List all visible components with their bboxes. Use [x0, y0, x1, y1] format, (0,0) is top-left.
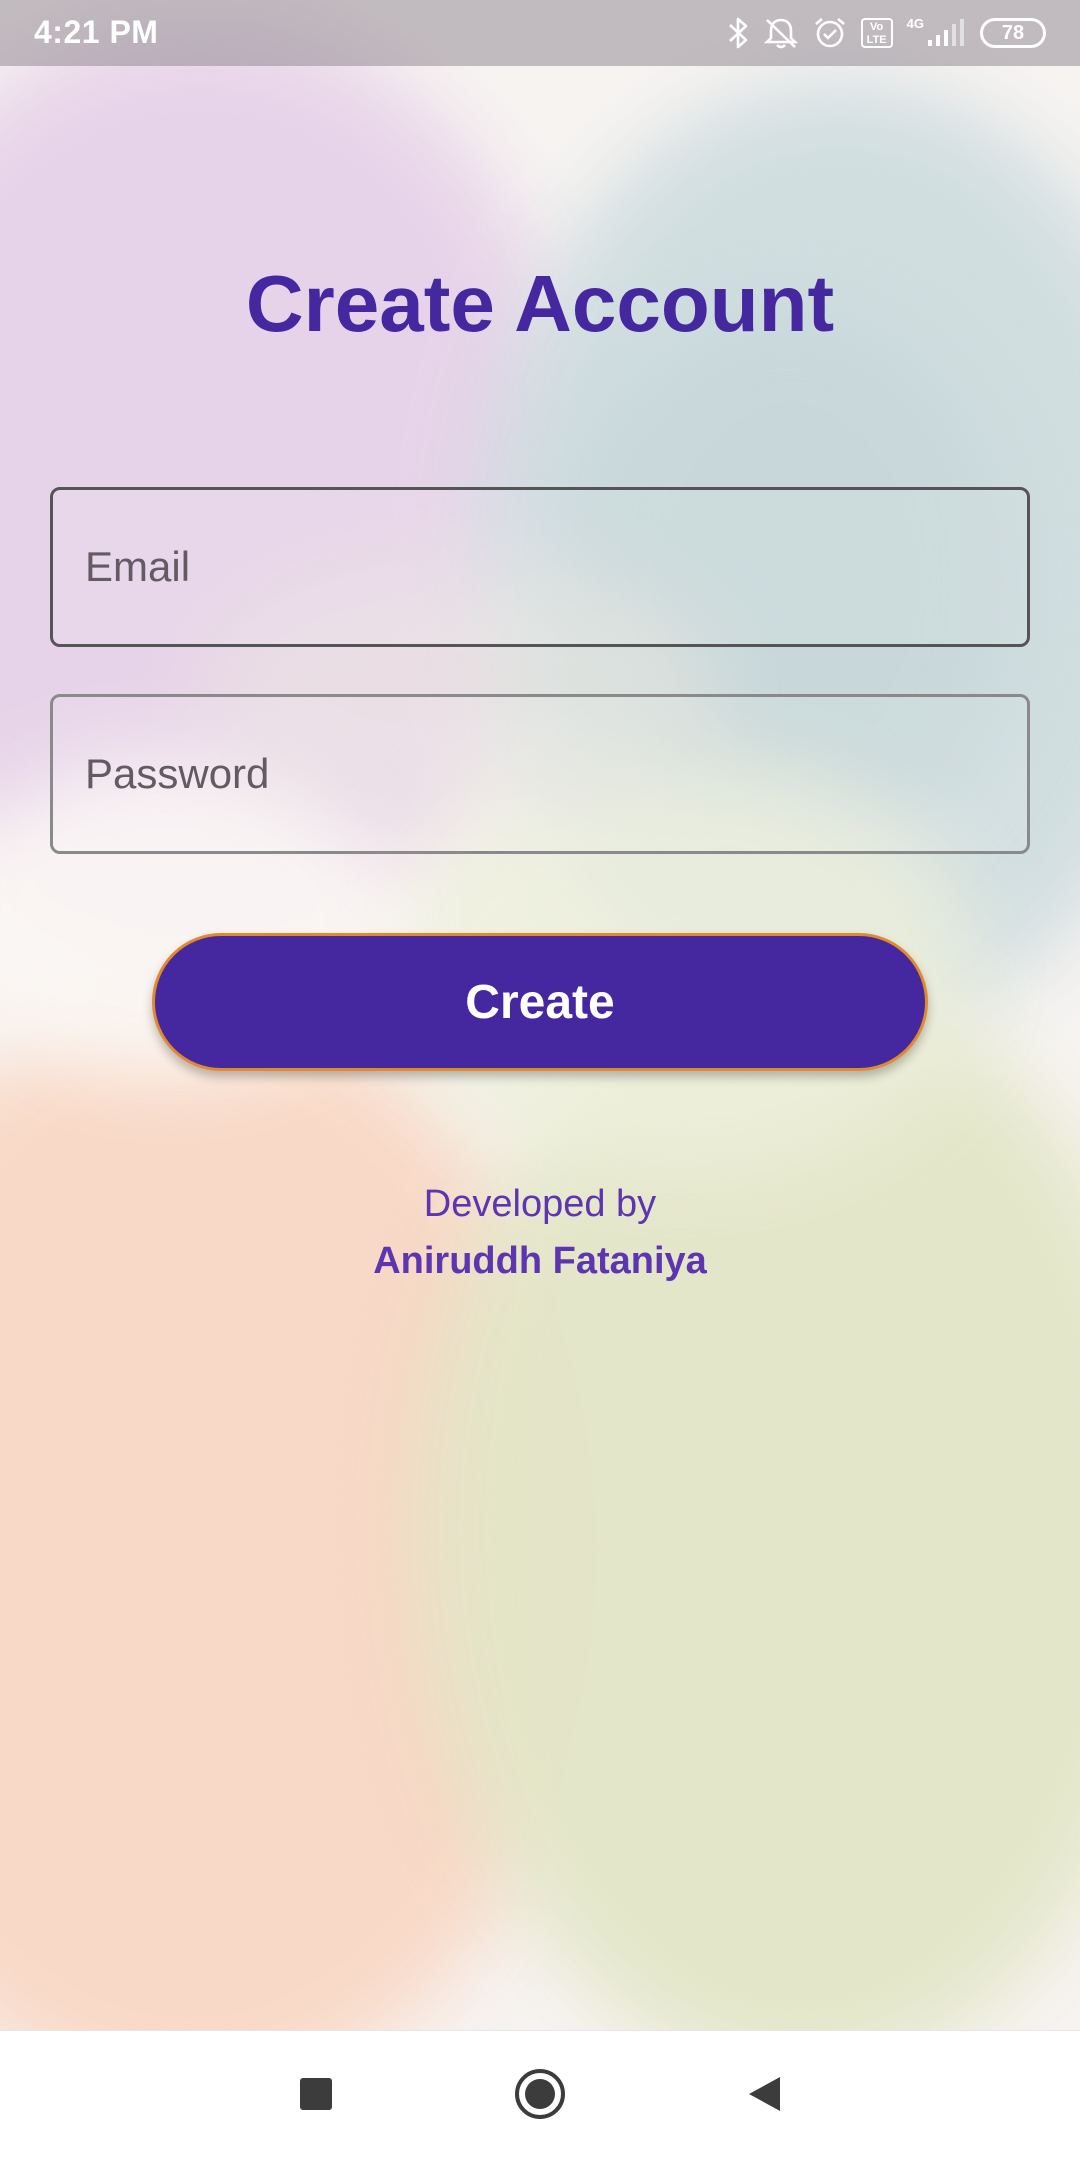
signal-icon	[926, 18, 966, 48]
back-button[interactable]	[734, 2066, 794, 2126]
network-type: 4G	[906, 15, 924, 31]
page-title: Create Account	[245, 259, 835, 348]
developed-by-label: Developed by	[423, 1183, 657, 1225]
email-field-container	[50, 487, 1030, 647]
status-icons: Vo LTE 4G 78	[727, 12, 1046, 54]
navigation-bar	[0, 2030, 1080, 2161]
home-button[interactable]	[510, 2066, 570, 2126]
volte-icon: Vo LTE	[860, 18, 893, 48]
back-icon	[746, 2075, 782, 2118]
developer-name: Aniruddh Fataniya	[373, 1240, 707, 1282]
home-icon	[514, 2068, 566, 2125]
battery-icon: 78	[980, 18, 1046, 48]
mute-icon	[763, 16, 799, 50]
recents-button[interactable]	[286, 2066, 346, 2126]
status-bar: 4:21 PM Vo LTE 4G 78	[0, 0, 1080, 66]
password-field-container	[50, 694, 1030, 854]
create-button[interactable]: Create	[152, 933, 928, 1071]
alarm-icon	[813, 16, 847, 50]
email-field[interactable]	[53, 490, 1027, 644]
bluetooth-icon	[727, 16, 749, 50]
status-time: 4:21 PM	[34, 14, 159, 50]
password-field[interactable]	[53, 697, 1027, 851]
recents-icon	[299, 2077, 333, 2116]
